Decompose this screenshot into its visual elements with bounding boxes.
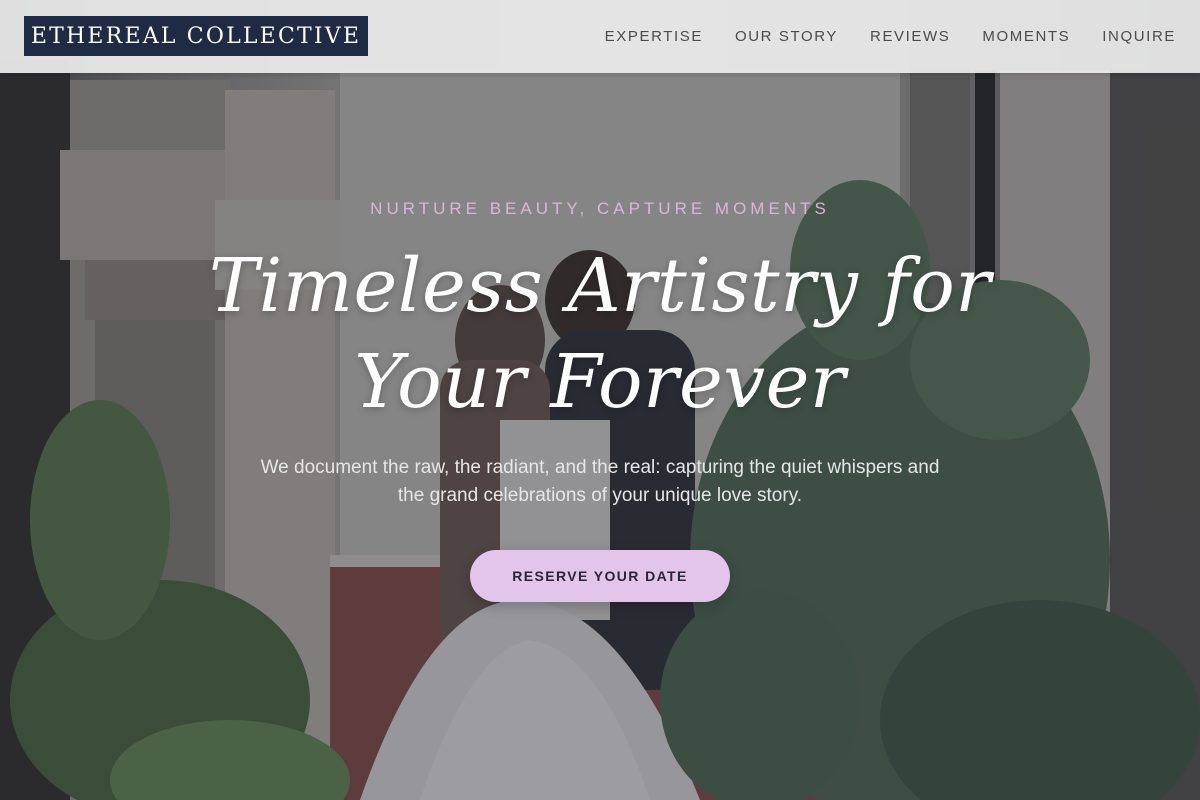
hero-subtext: We document the raw, the radiant, and th… <box>260 457 940 506</box>
hero-headline: Timeless Artistry for Your Forever <box>150 238 1050 430</box>
hero-content: NURTURE BEAUTY, CAPTURE MOMENTS Timeless… <box>0 0 1200 800</box>
hero-tagline: NURTURE BEAUTY, CAPTURE MOMENTS <box>370 199 830 218</box>
reserve-date-button[interactable]: RESERVE YOUR DATE <box>470 550 730 602</box>
headline-line-1: Timeless Artistry for <box>208 243 992 329</box>
headline-line-2: Your Forever <box>354 339 846 425</box>
